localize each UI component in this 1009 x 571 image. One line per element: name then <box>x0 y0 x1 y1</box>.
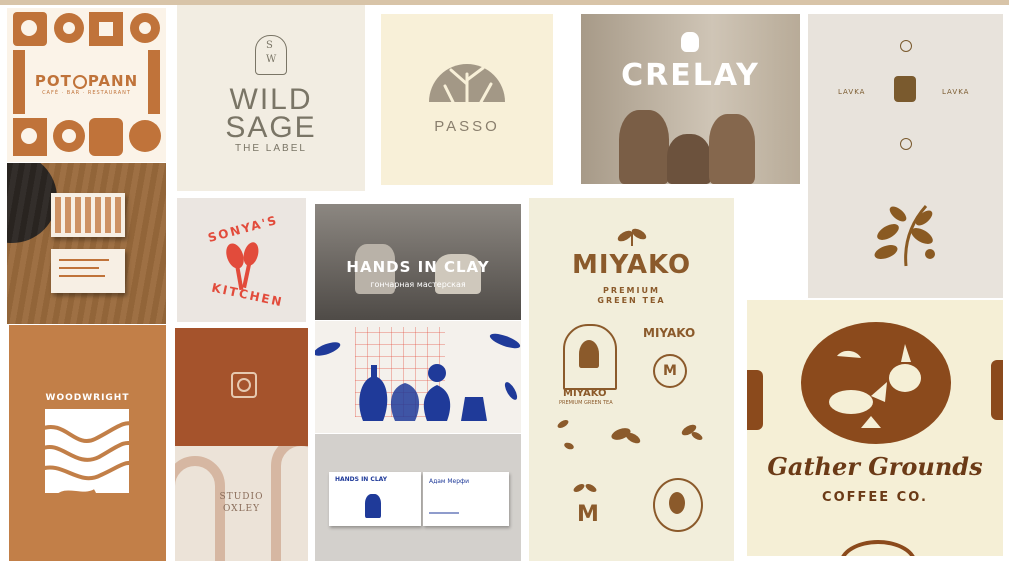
wildsage-line3: THE LABEL <box>235 143 307 154</box>
potpann-brand-2: PANN <box>87 72 139 90</box>
handsinclay-cards-tile: HANDS IN CLAY Адам Мерфи <box>315 434 521 561</box>
business-card-back <box>51 249 125 293</box>
business-card-front <box>51 193 125 237</box>
wildsage-line2: SAGE <box>225 111 317 144</box>
hic-card-front: HANDS IN CLAY <box>329 472 421 526</box>
vase-2 <box>667 134 711 184</box>
crelay-tile: CRELAY <box>581 14 800 184</box>
oxley-top-tile <box>175 328 308 446</box>
crelay-name: CRELAY <box>621 58 760 93</box>
miyako-m-leaf-logo: M <box>577 502 599 527</box>
handsinclay-title: HANDS IN CLAY <box>346 258 490 276</box>
passo-tree-icon <box>429 64 505 104</box>
gather-bottom-partial <box>839 540 917 556</box>
gather-grounds-tile: Gather Grounds COFFEE CO. <box>747 300 1003 556</box>
gather-animals-icon <box>829 344 921 428</box>
wildsage-tile: S W WILD SAGE THE LABEL <box>177 5 365 191</box>
oxley-bottom-tile: STUDIO OXLEY <box>175 446 308 561</box>
gather-right-partial <box>991 360 1003 420</box>
woodwright-grain-icon <box>45 409 129 493</box>
miyako-round-badge <box>653 478 703 532</box>
handsinclay-photo-tile: HANDS IN CLAY гончарная мастерская <box>315 204 521 320</box>
lavka-branch-icon <box>874 205 935 267</box>
top-border <box>0 0 1009 5</box>
sonyas-spoons-icon <box>226 242 259 291</box>
hic-card-person: Адам Мерфи <box>429 478 470 485</box>
oxley-monogram-icon <box>231 372 257 398</box>
potpann-brand: POT <box>34 72 72 90</box>
potpann-tagline: CAFÉ · BAR · RESTAURANT <box>42 90 131 96</box>
hic-card-back: Адам Мерфи <box>423 472 509 526</box>
gather-left-partial <box>747 370 763 430</box>
gather-script: Gather Grounds <box>767 452 983 481</box>
hic-card-vase <box>365 494 381 518</box>
hic-card-title: HANDS IN CLAY <box>335 476 388 483</box>
gather-oval-badge <box>801 322 951 444</box>
handsinclay-illustration-tile <box>315 321 521 433</box>
miyako-leaves-icons <box>557 420 703 492</box>
potpann-cards-photo <box>7 163 166 324</box>
lavka-tile: LAVKA LAVKA <box>808 14 1003 298</box>
handsinclay-vases-icon <box>315 333 521 421</box>
passo-name: PASSO <box>434 118 500 135</box>
woodwright-tile: WOODWRIGHT <box>9 325 166 561</box>
woodwright-name: WOODWRIGHT <box>45 393 130 403</box>
passo-tile: PASSO <box>381 14 553 185</box>
handsinclay-subtitle: гончарная мастерская <box>370 280 466 289</box>
gather-sub: COFFEE CO. <box>822 490 928 505</box>
potpann-circle-icon <box>72 74 87 89</box>
vase-3 <box>709 114 755 184</box>
wildsage-monogram: S W <box>255 35 287 75</box>
potpann-pattern-tile: POT PANN CAFÉ · BAR · RESTAURANT <box>7 8 166 162</box>
wood-grain <box>7 163 166 324</box>
crelay-vessel-icon <box>681 32 699 52</box>
vase-1 <box>619 110 669 184</box>
oxley-line1: STUDIO <box>219 492 264 502</box>
oxley-line2: OXLEY <box>222 504 261 514</box>
sonyas-kitchen-tile: SONYA'S KITCHEN <box>177 198 306 322</box>
miyako-tile: MIYAKO PREMIUM GREEN TEA MIYAKO PREMIUM … <box>529 198 734 561</box>
